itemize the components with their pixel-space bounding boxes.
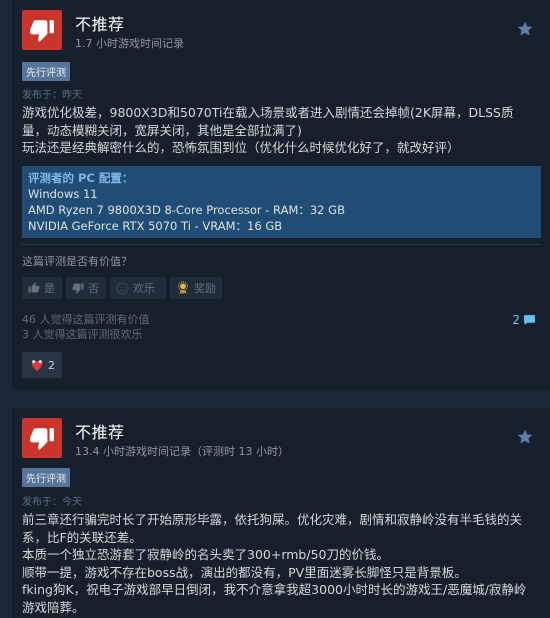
divider: [22, 244, 541, 245]
review-paragraph: 本质一个独立恐游套了寂静岭的名头卖了300+rmb/50刀的价钱。: [22, 547, 389, 562]
spec-line: AMD Ryzen 7 9800X3D 8-Core Processor - R…: [28, 203, 345, 217]
pc-spec-box: 评测者的 PC 配置： Windows 11 AMD Ryzen 7 9800X…: [22, 166, 541, 238]
spec-line: NVIDIA GeForce RTX 5070 Ti - VRAM：16 GB: [28, 219, 283, 233]
smiley-icon: [116, 282, 129, 294]
vote-no-button[interactable]: 否: [66, 277, 106, 299]
spec-title: 评测者的 PC 配置：: [28, 171, 134, 185]
review-card: 不推荐 13.4 小时游戏时间记录（评测时 13 小时） 先行评测 发布于：今天…: [12, 408, 550, 618]
star-icon[interactable]: [516, 428, 534, 446]
review-paragraph: 游戏优化极差，9800X3D和5070Ti在载入场景或者进入剧情还会掉帧(2K屏…: [22, 105, 514, 138]
thumbs-down-icon[interactable]: [22, 10, 62, 50]
review-body: 游戏优化极差，9800X3D和5070Ti在载入场景或者进入剧情还会掉帧(2K屏…: [22, 104, 537, 157]
review-stats: 46 人觉得这篇评测有价值 3 人觉得这篇评测很欢乐: [22, 312, 150, 342]
vote-yes-button[interactable]: 是: [22, 277, 62, 299]
helpful-question: 这篇评测是否有价值？: [22, 255, 132, 268]
vote-yes-label: 是: [44, 282, 55, 295]
thumbs-down-icon[interactable]: [22, 418, 62, 458]
thumbs-down-icon: [72, 283, 84, 294]
spec-line: Windows 11: [28, 187, 98, 201]
review-paragraph: fking狗K，祝电子游戏部早日倒闭，我不介意拿我超3000小时时长的游戏王/恶…: [22, 582, 527, 615]
review-body: 前三章还行骗完时长了开始原形毕露，依托狗屎。优化灾难，剧情和寂静岭没有半毛钱的关…: [22, 511, 537, 616]
early-access-badge: 先行评测: [22, 468, 70, 487]
review-verdict[interactable]: 不推荐: [75, 419, 125, 443]
review-header: 不推荐 1.7 小时游戏时间记录: [22, 10, 542, 50]
review-paragraph: 顺带一提，游戏不存在boss战，演出的都没有，PV里面迷雾长脚怪只是背景板。: [22, 564, 467, 580]
posted-date: 发布于：今天: [22, 497, 82, 508]
playtime: 1.7 小时游戏时间记录: [75, 37, 184, 50]
award-icon: [178, 281, 188, 294]
award-button[interactable]: 奖励: [170, 277, 222, 299]
thumbs-up-icon: [28, 282, 40, 293]
review-card: 不推荐 1.7 小时游戏时间记录 先行评测 发布于：昨天 游戏优化极差，9800…: [12, 0, 550, 390]
review-verdict[interactable]: 不推荐: [75, 11, 125, 35]
posted-date: 发布于：昨天: [22, 90, 82, 101]
vote-buttons: 是 否 欢乐 奖励: [22, 277, 222, 299]
award-label: 奖励: [194, 282, 216, 295]
comment-bubble-icon: [524, 315, 535, 325]
comments-link[interactable]: 2: [512, 313, 536, 327]
vote-funny-label: 欢乐: [133, 282, 155, 295]
award-count: 2: [48, 358, 55, 372]
vote-no-label: 否: [88, 282, 99, 295]
early-access-badge: 先行评测: [22, 62, 70, 81]
heart-award-icon: [31, 360, 43, 371]
funny-count: 3 人觉得这篇评测很欢乐: [22, 328, 143, 341]
review-header: 不推荐 13.4 小时游戏时间记录（评测时 13 小时）: [22, 418, 542, 458]
review-paragraph: 前三章还行骗完时长了开始原形毕露，依托狗屎。优化灾难，剧情和寂静岭没有半毛钱的关…: [22, 512, 523, 545]
review-paragraph: 玩法还是经典解密什么的，恐怖氛围到位（优化什么时候优化好了，就改好评）: [22, 140, 460, 155]
comment-count: 2: [512, 313, 520, 327]
star-icon[interactable]: [516, 20, 534, 38]
helpful-count: 46 人觉得这篇评测有价值: [22, 313, 150, 326]
vote-funny-button[interactable]: 欢乐: [110, 277, 166, 299]
award-chip[interactable]: 2: [22, 352, 62, 378]
playtime: 13.4 小时游戏时间记录（评测时 13 小时）: [75, 445, 289, 458]
